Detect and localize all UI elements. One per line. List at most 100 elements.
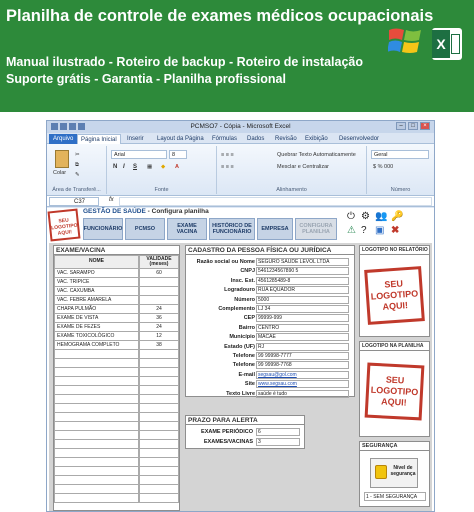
paste-label[interactable]: Colar [53, 170, 66, 176]
fill-color-icon[interactable]: ◆ [161, 164, 165, 170]
exam-validity-cell[interactable] [139, 386, 179, 395]
exam-validity-cell[interactable] [139, 467, 179, 476]
power-icon[interactable]: ⏻ [347, 212, 355, 222]
exam-name-cell[interactable] [54, 395, 139, 404]
exam-name-cell[interactable] [54, 467, 139, 476]
exam-name-cell[interactable] [54, 377, 139, 386]
registration-value[interactable]: saúde é tudo [256, 389, 349, 398]
merge-center-button[interactable]: Mesclar e Centralizar [277, 164, 329, 170]
exam-validity-cell[interactable] [139, 278, 179, 287]
paste-icon[interactable] [55, 150, 69, 168]
registration-value[interactable]: 5461234567890 5 [256, 267, 349, 276]
maximize-icon[interactable]: □ [408, 122, 418, 130]
exam-validity-cell[interactable] [139, 494, 179, 503]
copy-icon[interactable]: ⧉ [75, 162, 79, 169]
exam-name-cell[interactable]: HEMOGRAMA COMPLETO [54, 341, 139, 350]
exam-name-cell[interactable] [54, 458, 139, 467]
registration-value[interactable]: LJ 34 [256, 305, 349, 313]
borders-icon[interactable]: ▦ [147, 164, 152, 170]
registration-value[interactable]: 99 99998-7768 [256, 361, 349, 370]
tab-inserir[interactable]: Inserir [127, 134, 144, 144]
security-level-value[interactable]: 1 - SEM SEGURANÇA [364, 492, 426, 501]
sheet-logo-image[interactable]: SEU LOGOTIPO AQUI! [364, 362, 425, 421]
nav-configura-button[interactable]: CONFIGURA PLANILHA [295, 218, 337, 240]
exam-name-cell[interactable] [54, 404, 139, 413]
alert-value[interactable]: 6 [256, 428, 300, 436]
exam-validity-cell[interactable]: 24 [139, 323, 179, 332]
name-box[interactable]: C37 [49, 197, 99, 206]
tab-pagina-inicial[interactable]: Página Inicial [77, 134, 121, 144]
tab-exibicao[interactable]: Exibição [305, 134, 328, 144]
minimize-icon[interactable]: – [396, 122, 406, 130]
exam-name-cell[interactable] [54, 449, 139, 458]
exam-name-cell[interactable] [54, 413, 139, 422]
wrap-text-button[interactable]: Quebrar Texto Automaticamente [277, 152, 356, 158]
exam-name-cell[interactable]: VAC. FEBRE AMARELA [54, 296, 139, 305]
nav-exame-vacina-button[interactable]: EXAME VACINA [167, 218, 207, 240]
warning-icon[interactable]: ⚠ [347, 226, 356, 236]
exam-name-cell[interactable]: CHAPA PULMÃO [54, 305, 139, 314]
exam-name-cell[interactable]: EXAME DE FEZES [54, 323, 139, 332]
tab-desenvolvedor[interactable]: Desenvolvedor [339, 134, 379, 144]
exam-validity-cell[interactable]: 24 [139, 305, 179, 314]
exam-validity-cell[interactable] [139, 476, 179, 485]
exam-name-cell[interactable]: EXAME DE VISTA [54, 314, 139, 323]
font-name-select[interactable]: Arial [111, 150, 167, 159]
fx-icon[interactable]: fx [109, 197, 114, 203]
exam-validity-cell[interactable]: 12 [139, 332, 179, 341]
exam-validity-cell[interactable]: 36 [139, 314, 179, 323]
formula-input[interactable] [119, 197, 432, 206]
font-color-icon[interactable]: A [175, 164, 179, 170]
currency-icon[interactable]: $ % 000 [373, 164, 393, 170]
nav-empresa-button[interactable]: EMPRESA [257, 218, 293, 240]
registration-value[interactable]: RUA EQUADOR [256, 286, 349, 295]
exam-validity-cell[interactable] [139, 359, 179, 368]
exam-name-cell[interactable] [54, 368, 139, 377]
exam-validity-cell[interactable] [139, 287, 179, 296]
registration-value[interactable]: CENTRO [256, 323, 349, 332]
tab-dados[interactable]: Dados [247, 134, 264, 144]
underline-button[interactable]: S [133, 164, 137, 170]
exam-name-cell[interactable] [54, 494, 139, 503]
tab-layout[interactable]: Layout da Página [157, 134, 204, 144]
align-left-icon[interactable]: ≡ ≡ ≡ [221, 164, 234, 170]
save-sheet-icon[interactable]: ▣ [375, 226, 384, 236]
exam-name-cell[interactable] [54, 359, 139, 368]
registration-value[interactable]: 5000 [256, 295, 349, 304]
tab-revisao[interactable]: Revisão [275, 134, 297, 144]
key-icon[interactable]: 🔑 [391, 212, 403, 222]
exam-validity-cell[interactable] [139, 485, 179, 494]
exam-validity-cell[interactable] [139, 449, 179, 458]
exam-name-cell[interactable]: EXAME TOXICOLÓGICO [54, 332, 139, 341]
registration-value[interactable]: RJ [256, 342, 349, 351]
number-format-select[interactable]: Geral [371, 150, 429, 159]
exam-validity-cell[interactable] [139, 395, 179, 404]
close-icon[interactable]: × [420, 122, 430, 130]
nav-funcionario-button[interactable]: FUNCIONÁRIO [83, 218, 123, 240]
settings-icon[interactable]: ⚙ [361, 212, 370, 222]
exam-name-cell[interactable] [54, 350, 139, 359]
exam-validity-cell[interactable]: 60 [139, 269, 179, 278]
exam-name-cell[interactable] [54, 431, 139, 440]
italic-button[interactable]: I [123, 164, 125, 170]
exam-name-cell[interactable]: VAC. TRIPICE [54, 278, 139, 287]
exam-name-cell[interactable] [54, 440, 139, 449]
exam-validity-cell[interactable] [139, 422, 179, 431]
exam-name-cell[interactable] [54, 485, 139, 494]
security-level-button[interactable]: Nível de segurança [370, 458, 418, 488]
exam-validity-cell[interactable] [139, 296, 179, 305]
exam-validity-cell[interactable] [139, 413, 179, 422]
exam-name-cell[interactable] [54, 476, 139, 485]
exam-name-cell[interactable]: VAC. SARAMPO [54, 269, 139, 278]
exam-name-cell[interactable] [54, 386, 139, 395]
report-logo-image[interactable]: SEU LOGOTIPO AQUI! [364, 266, 425, 325]
exam-validity-cell[interactable] [139, 377, 179, 386]
exam-validity-cell[interactable] [139, 440, 179, 449]
exam-validity-cell[interactable] [139, 431, 179, 440]
exam-validity-cell[interactable] [139, 368, 179, 377]
alert-value[interactable]: 3 [256, 438, 300, 446]
registration-value[interactable]: 4561285489-8 [256, 276, 349, 285]
bold-button[interactable]: N [113, 164, 117, 170]
delete-icon[interactable]: ✖ [391, 226, 399, 236]
exam-name-cell[interactable]: VAC. CAXUMBA [54, 287, 139, 296]
